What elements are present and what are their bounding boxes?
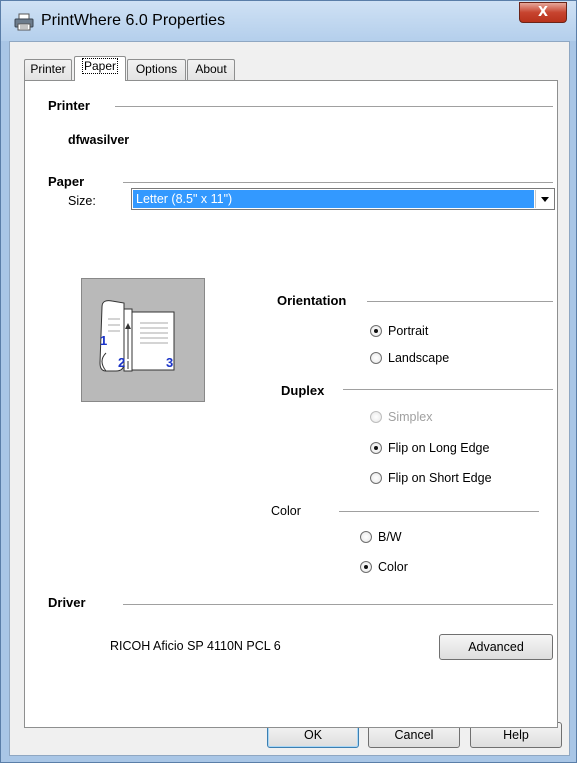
bw-label: B/W <box>378 530 402 544</box>
printer-separator <box>115 106 553 107</box>
tab-printer-label: Printer <box>30 62 66 76</box>
driver-name: RICOH Aficio SP 4110N PCL 6 <box>110 639 281 653</box>
duplex-separator <box>343 389 553 390</box>
page-number-1: 1 <box>100 333 107 348</box>
flip-long-edge-label: Flip on Long Edge <box>388 441 490 455</box>
printer-icon <box>14 13 34 31</box>
driver-separator <box>123 604 553 605</box>
properties-window: PrintWhere 6.0 Properties X Printer Pape… <box>0 0 577 763</box>
color-section-title: Color <box>271 504 301 518</box>
radio-button-icon <box>370 442 382 454</box>
simplex-label: Simplex <box>388 410 433 424</box>
driver-section-title: Driver <box>48 595 86 610</box>
paper-size-value: Letter (8.5" x 11") <box>133 190 534 208</box>
tab-options[interactable]: Options <box>127 59 186 80</box>
duplex-section-title: Duplex <box>281 383 325 398</box>
printer-name: dfwasilver <box>68 133 130 147</box>
radio-button-icon <box>370 352 382 364</box>
tab-options-label: Options <box>135 62 178 76</box>
size-label: Size: <box>68 194 96 208</box>
radio-button-icon <box>360 561 372 573</box>
tab-paper-label: Paper <box>81 58 119 74</box>
color-separator <box>339 511 539 512</box>
radio-button-icon <box>370 472 382 484</box>
tab-about[interactable]: About <box>187 59 235 80</box>
color-label: Color <box>378 560 408 574</box>
window-title: PrintWhere 6.0 Properties <box>41 12 226 29</box>
printer-section-title: Printer <box>48 98 90 113</box>
tab-printer[interactable]: Printer <box>24 59 72 80</box>
landscape-label: Landscape <box>388 351 450 365</box>
page-number-3: 3 <box>166 355 173 370</box>
page-number-2: 2 <box>118 355 125 370</box>
paper-separator <box>123 182 553 183</box>
dropdown-arrow-button[interactable] <box>535 190 553 208</box>
dialog-client-area: Printer Paper Options About Printer dfwa… <box>9 41 570 756</box>
radio-button-icon <box>360 531 372 543</box>
duplex-preview: 1 2 3 <box>81 278 205 402</box>
portrait-label: Portrait <box>388 324 429 338</box>
close-button[interactable]: X <box>519 2 567 23</box>
paper-tab-panel: Printer dfwasilver Paper Size: Letter (8… <box>24 80 558 728</box>
orientation-section-title: Orientation <box>277 293 347 308</box>
radio-button-icon <box>370 411 382 423</box>
radio-button-icon <box>370 325 382 337</box>
title-bar[interactable]: PrintWhere 6.0 Properties X <box>1 1 576 41</box>
orientation-separator <box>367 301 553 302</box>
tab-paper[interactable]: Paper <box>74 56 126 81</box>
close-icon: X <box>537 5 549 20</box>
paper-section-title: Paper <box>48 174 85 189</box>
flip-short-edge-label: Flip on Short Edge <box>388 471 492 485</box>
chevron-down-icon <box>541 197 549 202</box>
tab-about-label: About <box>195 62 227 76</box>
paper-size-select[interactable]: Letter (8.5" x 11") <box>131 188 555 210</box>
advanced-button[interactable]: Advanced <box>439 634 553 660</box>
duplex-booklet-icon: 1 2 3 <box>99 300 175 372</box>
